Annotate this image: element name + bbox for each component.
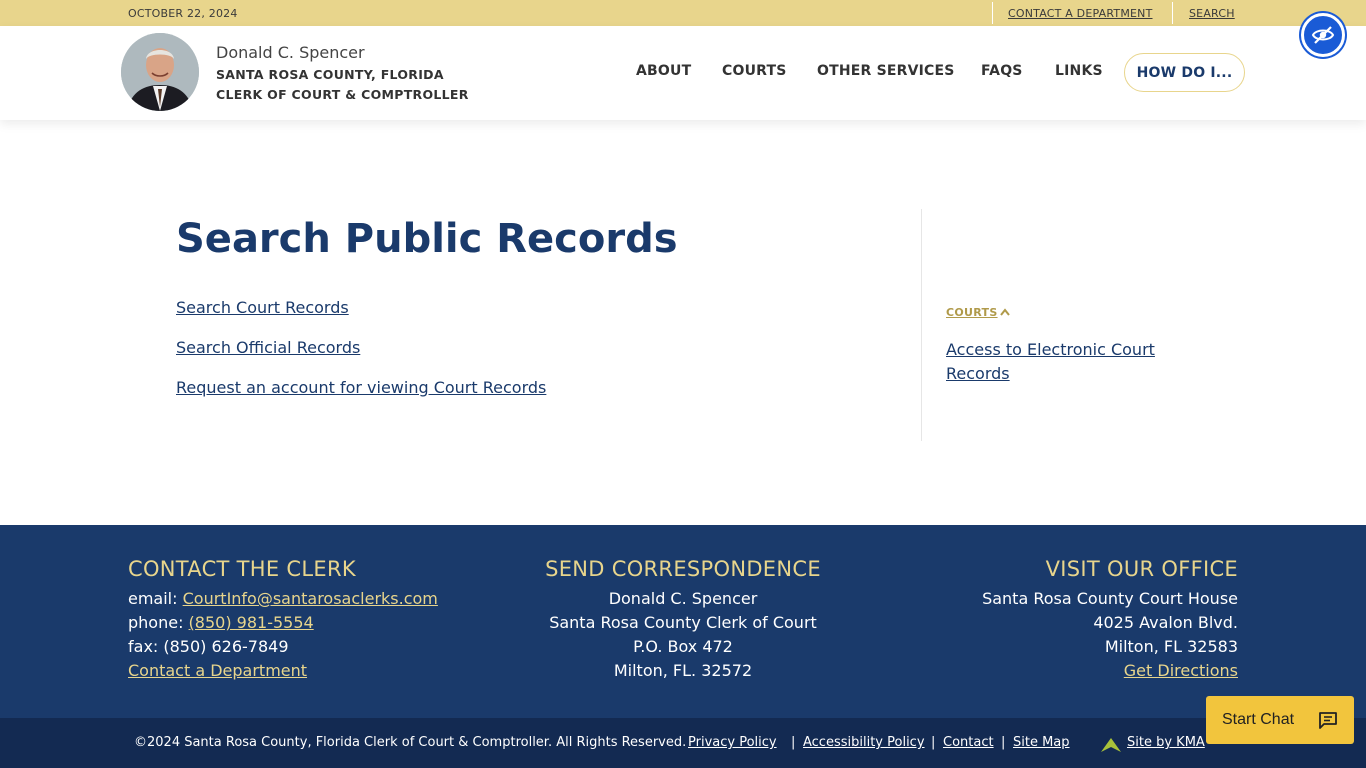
address-line: Milton, FL. 32572	[613, 661, 753, 680]
sidebar-electronic-records-link[interactable]: Access to Electronic Court Records	[946, 338, 1186, 386]
visit-office-section: VISIT OUR OFFICE Santa Rosa County Court…	[838, 557, 1238, 683]
phone-label: phone:	[128, 613, 189, 632]
office-address-line: Milton, FL 32583	[1104, 637, 1238, 656]
link-separator: |	[1001, 735, 1006, 750]
phone-link[interactable]: (850) 981-5554	[189, 613, 314, 632]
phone-line: phone: (850) 981-5554	[128, 611, 438, 635]
copyright-text: ©2024 Santa Rosa County, Florida Clerk o…	[134, 735, 687, 750]
clerk-name[interactable]: Donald C. Spencer	[216, 43, 365, 62]
link-separator: |	[931, 735, 936, 750]
site-footer: CONTACT THE CLERK email: CourtInfo@santa…	[0, 525, 1366, 718]
sidebar-category-label: COURTS	[946, 306, 998, 319]
search-link[interactable]: SEARCH	[1189, 7, 1235, 20]
top-utility-bar: OCTOBER 22, 2024 CONTACT A DEPARTMENT SE…	[0, 0, 1366, 26]
current-date: OCTOBER 22, 2024	[128, 7, 238, 20]
nav-faqs[interactable]: FAQS	[981, 63, 1023, 79]
contact-link[interactable]: Contact	[943, 735, 994, 750]
contact-clerk-section: CONTACT THE CLERK email: CourtInfo@santa…	[128, 557, 438, 683]
email-line: email: CourtInfo@santarosaclerks.com	[128, 587, 438, 611]
office-address-line: Santa Rosa County Court House	[982, 589, 1238, 608]
office-heading: VISIT OUR OFFICE	[1045, 557, 1238, 581]
nav-courts[interactable]: COURTS	[722, 63, 787, 79]
start-chat-button[interactable]: Start Chat	[1206, 696, 1354, 744]
accessibility-eye-icon	[1311, 26, 1335, 44]
start-chat-label: Start Chat	[1222, 711, 1295, 728]
footer-contact-department-link[interactable]: Contact a Department	[128, 661, 307, 680]
email-label: email:	[128, 589, 183, 608]
request-account-link[interactable]: Request an account for viewing Court Rec…	[176, 378, 546, 397]
address-line: P.O. Box 472	[633, 637, 733, 656]
site-by-kma-link[interactable]: Site by KMA	[1127, 735, 1205, 750]
office-line: CLERK OF COURT & COMPTROLLER	[216, 87, 469, 102]
address-line: Donald C. Spencer	[608, 589, 758, 608]
chat-bubble-icon	[1318, 711, 1338, 734]
bottom-bar: ©2024 Santa Rosa County, Florida Clerk o…	[0, 718, 1366, 768]
correspondence-heading: SEND CORRESPONDENCE	[545, 557, 821, 581]
accessibility-toggle-button[interactable]	[1301, 13, 1345, 57]
contact-department-link[interactable]: CONTACT A DEPARTMENT	[1008, 7, 1153, 20]
chevron-up-icon	[999, 306, 1010, 319]
privacy-policy-link[interactable]: Privacy Policy	[688, 735, 777, 750]
sidebar-category-courts[interactable]: COURTS	[946, 306, 1010, 319]
topbar-divider	[992, 2, 993, 24]
contact-heading: CONTACT THE CLERK	[128, 557, 356, 581]
email-link[interactable]: CourtInfo@santarosaclerks.com	[183, 589, 438, 608]
nav-about[interactable]: ABOUT	[636, 63, 691, 79]
kma-logo-icon	[1101, 737, 1121, 756]
accessibility-policy-link[interactable]: Accessibility Policy	[803, 735, 925, 750]
topbar-divider	[1172, 2, 1173, 24]
search-official-records-link[interactable]: Search Official Records	[176, 338, 360, 357]
nav-links[interactable]: LINKS	[1055, 63, 1103, 79]
link-separator: |	[791, 735, 796, 750]
sidebar-divider	[921, 209, 922, 441]
page-title: Search Public Records	[176, 216, 678, 262]
how-do-i-button[interactable]: HOW DO I...	[1124, 53, 1245, 92]
search-court-records-link[interactable]: Search Court Records	[176, 298, 349, 317]
address-line: Santa Rosa County Clerk of Court	[549, 613, 817, 632]
fax-line: fax: (850) 626-7849	[128, 637, 289, 656]
site-map-link[interactable]: Site Map	[1013, 735, 1070, 750]
send-correspondence-section: SEND CORRESPONDENCE Donald C. Spencer Sa…	[483, 557, 883, 683]
office-address-line: 4025 Avalon Blvd.	[1093, 613, 1238, 632]
get-directions-link[interactable]: Get Directions	[1124, 661, 1238, 680]
site-header: Donald C. Spencer SANTA ROSA COUNTY, FLO…	[0, 26, 1366, 120]
clerk-portrait[interactable]	[121, 33, 199, 111]
nav-other-services[interactable]: OTHER SERVICES	[817, 63, 955, 79]
county-line: SANTA ROSA COUNTY, FLORIDA	[216, 67, 444, 82]
